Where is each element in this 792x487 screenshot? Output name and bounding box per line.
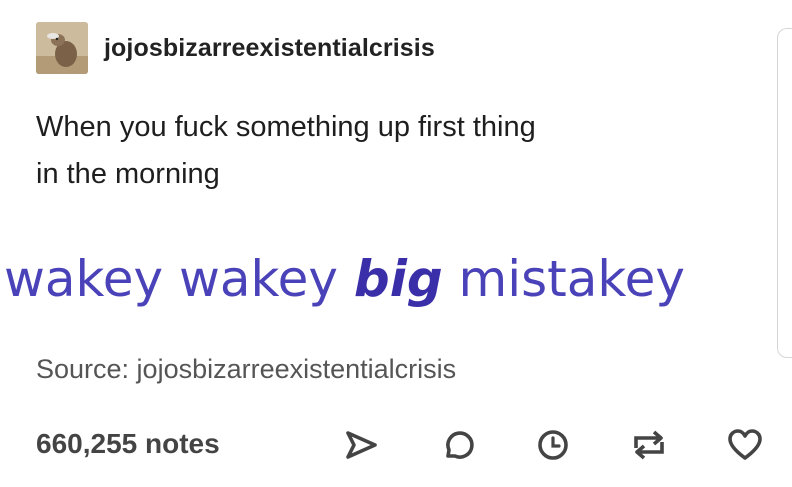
meme-text: wakey wakey big mistakey: [4, 250, 685, 308]
caption-line: When you fuck something up first thing: [36, 111, 536, 143]
post-footer: 660,255 notes: [36, 420, 766, 474]
notes-count[interactable]: 660,255 notes: [36, 428, 220, 460]
heart-icon: [728, 429, 762, 460]
like-button[interactable]: [722, 420, 768, 470]
reply-icon: [446, 431, 474, 459]
meme-text-part: wakey wakey: [4, 250, 354, 308]
clock-icon: [538, 430, 568, 460]
source-link[interactable]: Source: jojosbizarreexistentialcrisis: [36, 354, 456, 385]
meme-text-big: big: [353, 250, 443, 308]
dog-avatar-icon: [36, 22, 88, 74]
blog-name[interactable]: jojosbizarreexistentialcrisis: [104, 34, 435, 63]
caption-line: in the morning: [36, 158, 220, 190]
reblog-button[interactable]: [626, 420, 672, 470]
action-bar: [338, 420, 768, 470]
schedule-button[interactable]: [530, 420, 576, 470]
adjacent-panel-edge: [777, 28, 792, 358]
meme-image: wakey wakey big mistakey: [0, 240, 770, 335]
reply-button[interactable]: [434, 420, 480, 470]
reblog-icon: [634, 430, 664, 460]
post-caption: When you fuck something up first thing i…: [36, 104, 736, 198]
share-icon: [346, 431, 377, 459]
meme-text-part: mistakey: [442, 250, 685, 308]
tumblr-post: jojosbizarreexistentialcrisis When you f…: [0, 0, 792, 487]
post-header: jojosbizarreexistentialcrisis: [36, 22, 435, 74]
avatar[interactable]: [36, 22, 88, 74]
share-button[interactable]: [338, 420, 384, 470]
